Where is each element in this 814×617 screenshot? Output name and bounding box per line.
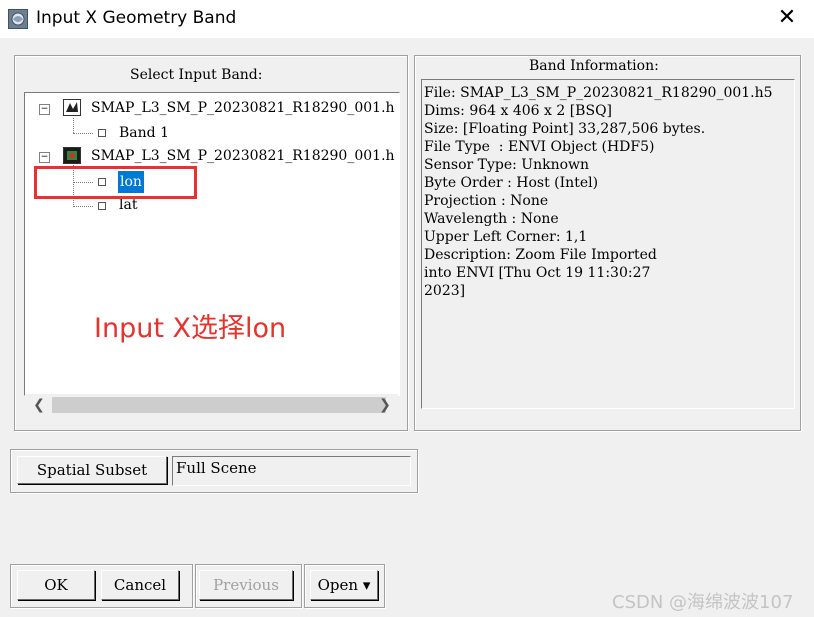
- tree-node-label: lat: [119, 197, 138, 213]
- band-info-label: Band Information:: [529, 58, 659, 74]
- watermark: CSDN @海绵波波107: [612, 592, 794, 613]
- info-line: Wavelength : None: [424, 211, 559, 227]
- tree-line: [73, 206, 93, 207]
- cancel-button[interactable]: Cancel: [101, 570, 179, 600]
- info-line: Projection : None: [424, 193, 549, 209]
- collapse-icon[interactable]: −: [39, 152, 50, 163]
- subset-value-field: Full Scene: [172, 456, 411, 486]
- info-line: Size: [Floating Point] 33,287,506 bytes.: [424, 121, 706, 137]
- annotation-text: Input X选择lon: [94, 313, 287, 344]
- info-line: 2023]: [424, 283, 466, 299]
- spatial-subset-button[interactable]: Spatial Subset: [17, 456, 167, 484]
- tree-node-band-1[interactable]: Band 1: [119, 122, 169, 144]
- window-title: Input X Geometry Band: [36, 8, 237, 28]
- tree-node-file-2[interactable]: SMAP_L3_SM_P_20230821_R18290_001.h: [91, 145, 395, 167]
- tree-node-label: Band 1: [119, 125, 169, 141]
- scroll-thumb[interactable]: [52, 397, 386, 413]
- info-line: File: SMAP_L3_SM_P_20230821_R18290_001.h…: [424, 85, 773, 101]
- select-band-label: Select Input Band:: [130, 67, 263, 83]
- tree-node-label: SMAP_L3_SM_P_20230821_R18290_001.h: [91, 100, 395, 116]
- highlight-box: [34, 166, 197, 199]
- info-line: into ENVI [Thu Oct 19 11:30:27: [424, 265, 651, 281]
- info-line: Dims: 964 x 406 x 2 [BSQ]: [424, 103, 613, 119]
- scroll-left-icon[interactable]: ❮: [28, 394, 50, 416]
- info-line: File Type : ENVI Object (HDF5): [424, 139, 655, 155]
- band-leaf-icon: [98, 129, 106, 137]
- close-icon: ✕: [777, 5, 797, 30]
- tree-line: [73, 118, 74, 133]
- info-line: Upper Left Corner: 1,1: [424, 229, 588, 245]
- close-button[interactable]: ✕: [774, 5, 800, 31]
- horizontal-scrollbar[interactable]: ❮ ❯: [26, 394, 398, 416]
- open-menu-button[interactable]: Open ▾: [310, 570, 378, 600]
- band-info-text: File: SMAP_L3_SM_P_20230821_R18290_001.h…: [421, 79, 795, 409]
- scroll-right-icon[interactable]: ❯: [374, 394, 396, 416]
- info-line: Description: Zoom File Imported: [424, 247, 657, 263]
- collapse-icon[interactable]: −: [39, 104, 50, 115]
- tree-line: [73, 133, 93, 134]
- raster-file-icon: [63, 147, 81, 164]
- previous-button[interactable]: Previous: [199, 570, 293, 600]
- band-tree[interactable]: − SMAP_L3_SM_P_20230821_R18290_001.h Ban…: [24, 92, 400, 396]
- tree-node-label: SMAP_L3_SM_P_20230821_R18290_001.h: [91, 148, 395, 164]
- info-line: Sensor Type: Unknown: [424, 157, 590, 173]
- title-bar: Input X Geometry Band ✕: [0, 0, 814, 38]
- info-line: Byte Order : Host (Intel): [424, 175, 599, 191]
- ok-button[interactable]: OK: [17, 570, 95, 600]
- envi-app-icon: [8, 9, 28, 29]
- raster-file-icon: [63, 99, 81, 116]
- band-leaf-icon: [98, 202, 106, 210]
- tree-node-file-1[interactable]: SMAP_L3_SM_P_20230821_R18290_001.h: [91, 97, 395, 119]
